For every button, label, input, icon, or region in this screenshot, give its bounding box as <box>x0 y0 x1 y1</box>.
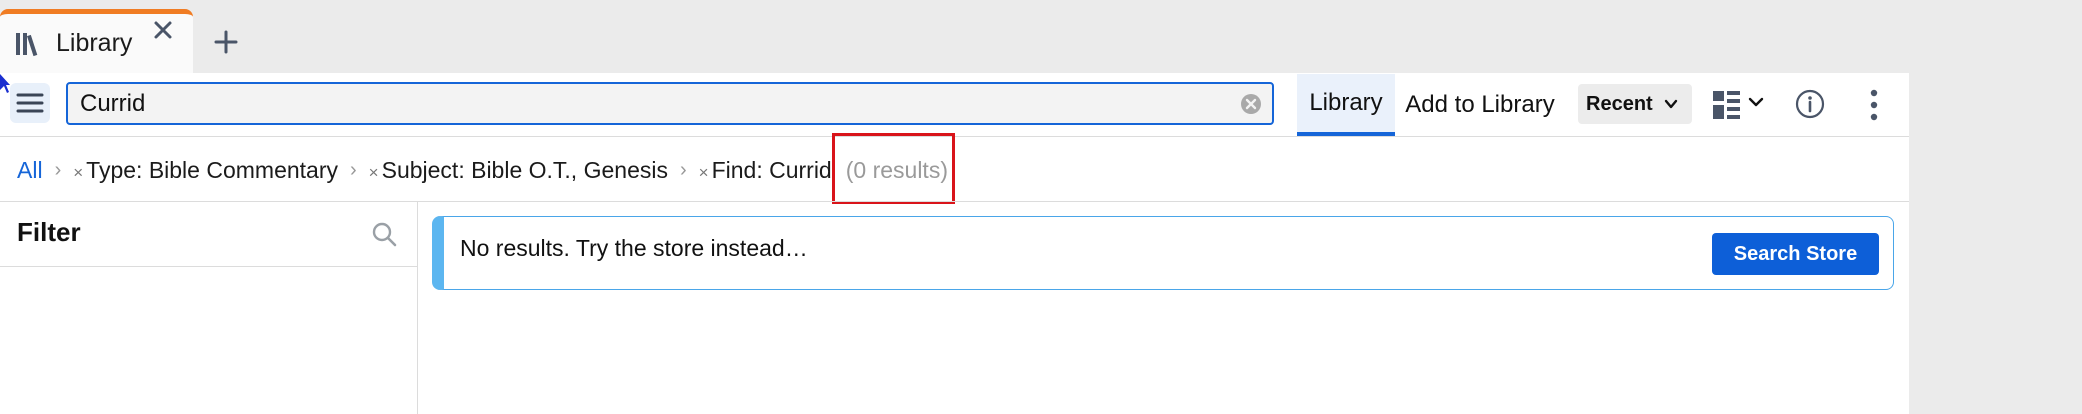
mouse-cursor-icon <box>0 74 10 93</box>
filter-title: Filter <box>17 217 81 247</box>
sidebar-divider <box>417 202 418 414</box>
breadcrumb: All › × Type: Bible Commentary › × Subject… <box>17 154 948 186</box>
chevron-right-icon: › <box>350 158 357 181</box>
tab-library-view[interactable]: Library <box>1297 74 1395 136</box>
close-icon[interactable] <box>151 18 175 42</box>
search-field[interactable] <box>66 82 1274 125</box>
tab-strip: Library <box>0 0 2082 73</box>
breadcrumb-filter-label: Type: Bible Commentary <box>86 156 338 183</box>
layout-icon[interactable] <box>1712 89 1770 121</box>
tab-title: Library <box>56 29 133 57</box>
breadcrumb-filter-subject[interactable]: × Subject: Bible O.T., Genesis <box>369 157 668 184</box>
remove-filter-icon[interactable]: × <box>369 163 379 182</box>
breadcrumb-filter-type[interactable]: × Type: Bible Commentary <box>73 157 338 184</box>
plus-icon[interactable] <box>213 29 239 55</box>
no-results-text: No results. Try the store instead… <box>460 235 808 261</box>
breadcrumb-filter-label: Subject: Bible O.T., Genesis <box>381 156 668 183</box>
library-icon <box>16 32 38 56</box>
remove-filter-icon[interactable]: × <box>73 163 83 182</box>
chevron-down-icon <box>1664 99 1678 109</box>
highlight-annotation <box>832 133 955 204</box>
filter-divider <box>0 266 417 267</box>
menu-button[interactable] <box>10 83 50 123</box>
sort-select-value: Recent <box>1586 92 1653 115</box>
clear-icon[interactable] <box>1240 93 1262 115</box>
breadcrumb-divider <box>0 201 1909 202</box>
info-icon[interactable] <box>1795 89 1825 119</box>
breadcrumb-filter-label: Find: Currid <box>711 156 832 183</box>
chevron-right-icon: › <box>679 158 687 181</box>
hamburger-icon <box>16 93 44 113</box>
more-vertical-icon[interactable] <box>1868 89 1880 121</box>
breadcrumb-filter-find[interactable]: × Find: Currid <box>699 157 832 184</box>
right-gutter <box>1909 73 2082 414</box>
tab-add-to-library[interactable]: Add to Library <box>1396 74 1564 136</box>
search-input[interactable] <box>80 89 1180 118</box>
sort-select[interactable]: Recent <box>1578 84 1692 124</box>
search-icon[interactable] <box>371 221 397 247</box>
breadcrumb-all-link[interactable]: All <box>17 157 43 184</box>
search-store-button[interactable]: Search Store <box>1712 233 1879 275</box>
remove-filter-icon[interactable]: × <box>699 163 709 182</box>
chevron-right-icon: › <box>54 158 62 181</box>
